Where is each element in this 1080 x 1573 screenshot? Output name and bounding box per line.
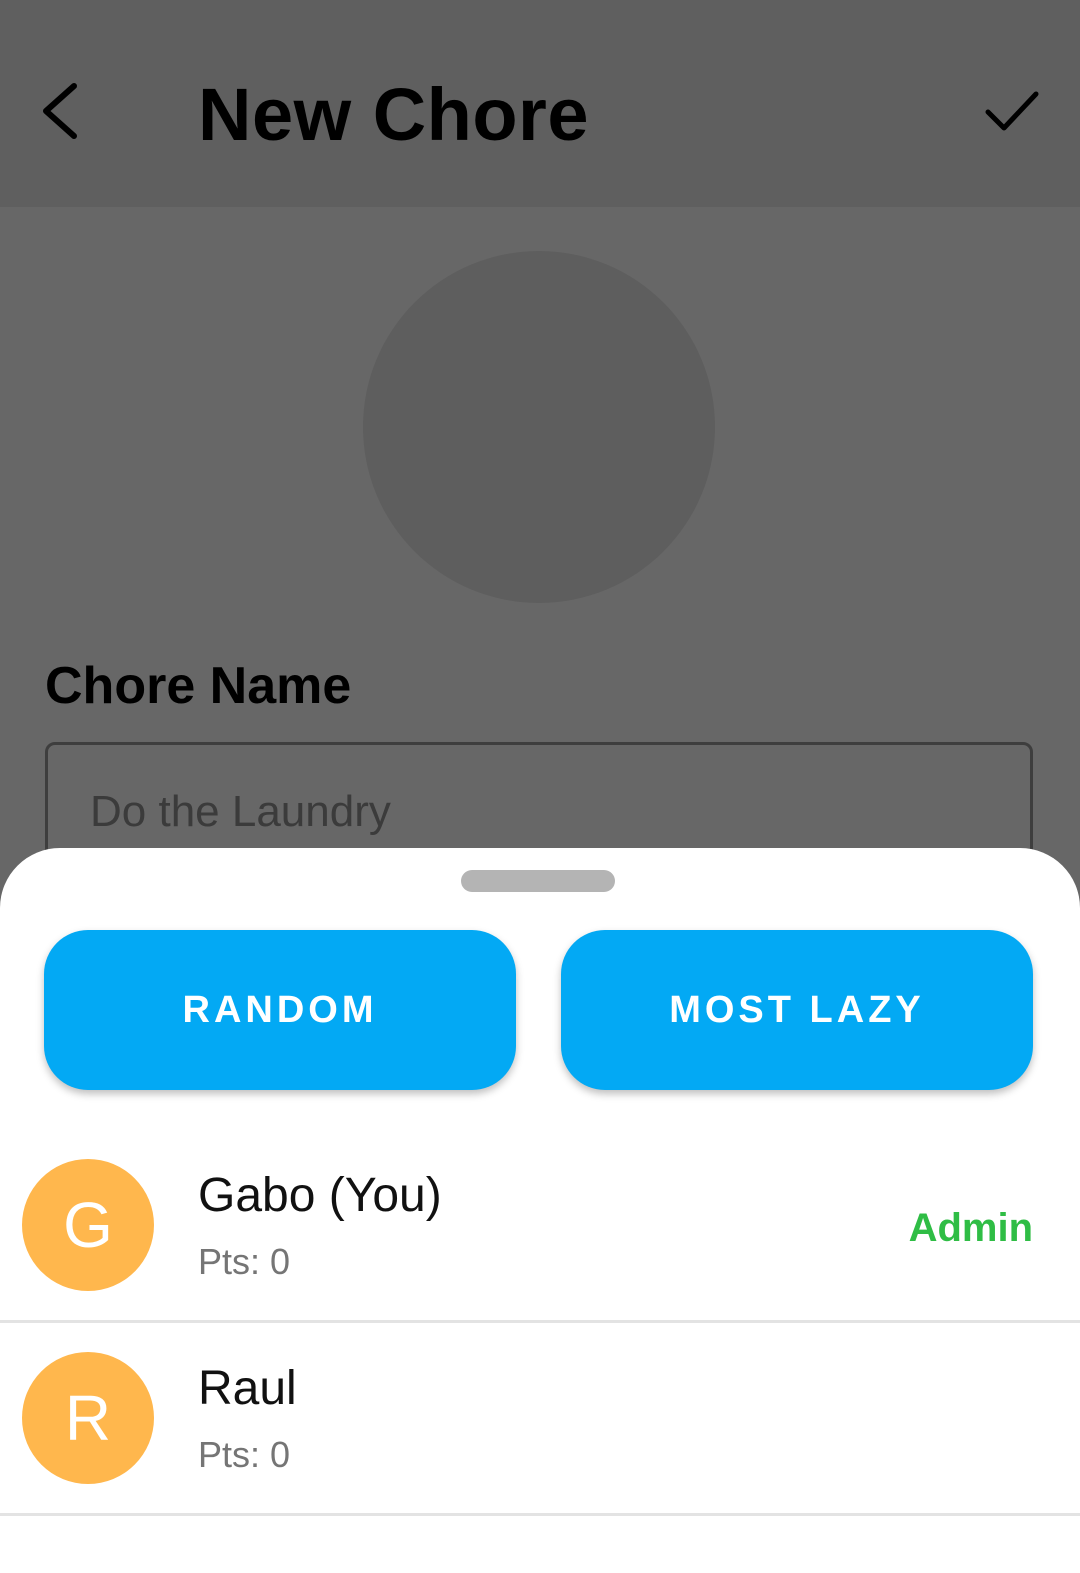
check-icon[interactable]: [980, 84, 1042, 140]
member-name: Gabo (You): [198, 1169, 442, 1222]
assign-bottom-sheet: RANDOM MOST LAZY G Gabo (You) Pts: 0 Adm…: [0, 848, 1080, 1573]
chore-name-label: Chore Name: [45, 657, 352, 715]
member-name: Raul: [198, 1362, 297, 1415]
avatar: G: [22, 1159, 154, 1291]
member-row[interactable]: G Gabo (You) Pts: 0 Admin: [0, 1128, 1080, 1323]
member-row[interactable]: R Raul Pts: 0: [0, 1321, 1080, 1516]
avatar: R: [22, 1352, 154, 1484]
back-arrow-icon[interactable]: [34, 76, 94, 146]
sheet-drag-handle[interactable]: [461, 870, 615, 892]
chore-image-placeholder[interactable]: [363, 251, 715, 603]
member-points: Pts: 0: [198, 1241, 291, 1282]
admin-badge: Admin: [908, 1206, 1033, 1250]
most-lazy-button[interactable]: MOST LAZY: [561, 930, 1033, 1090]
random-button[interactable]: RANDOM: [44, 930, 516, 1090]
chore-name-placeholder: Do the Laundry: [90, 787, 391, 836]
member-points: Pts: 0: [198, 1434, 291, 1475]
app-bar: New Chore: [0, 0, 1080, 207]
page-title: New Chore: [198, 73, 590, 156]
